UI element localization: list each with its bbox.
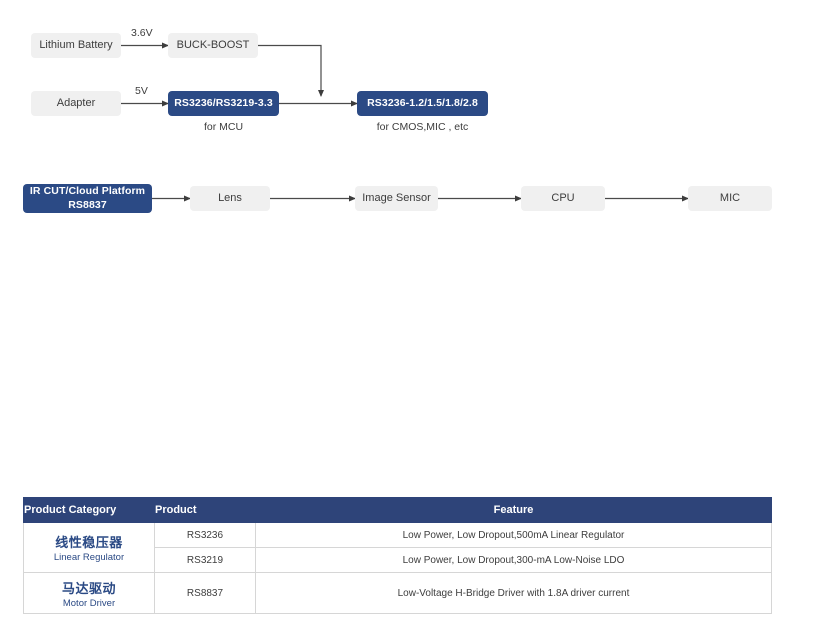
product-table: Product Category Product Feature 线性稳压器 L… [23,497,772,614]
node-rs3236-multi[interactable]: RS3236-1.2/1.5/1.8/2.8 [357,91,488,116]
page-root: Lithium Battery BUCK-BOOST 3.6V Adapter … [0,0,818,631]
node-adapter[interactable]: Adapter [31,91,121,116]
node-ir-cut-cloud-platform[interactable]: IR CUT/Cloud Platform RS8837 [23,184,152,213]
table-body: 线性稳压器 Linear Regulator RS3236 Low Power,… [23,522,772,614]
category-cell-linear-regulator: 线性稳压器 Linear Regulator [23,522,155,573]
table-row: 线性稳压器 Linear Regulator RS3236 Low Power,… [23,522,772,573]
column-header-product: Product [154,497,256,523]
node-label: Adapter [56,96,96,109]
node-buck-boost[interactable]: BUCK-BOOST [168,33,258,58]
category-label-cn: 线性稳压器 [55,535,123,550]
table-header-row: Product Category Product Feature [23,497,772,523]
caption-for-mcu: for MCU [203,121,244,133]
label-adapter-voltage: 5V [135,85,148,97]
feature-cell: Low Power, Low Dropout,500mA Linear Regu… [255,522,772,548]
node-label: BUCK-BOOST [176,38,250,51]
feature-cell: Low Power, Low Dropout,300-mA Low-Noise … [255,547,772,573]
table-header: Product Category Product Feature [23,497,772,523]
category-label-en: Motor Driver [62,597,116,609]
node-label: Lens [218,191,242,204]
node-cpu[interactable]: CPU [521,186,605,211]
node-label: Lithium Battery [39,38,113,51]
label-battery-voltage: 3.6V [131,27,153,39]
node-label: CPU [551,191,575,204]
node-image-sensor[interactable]: Image Sensor [355,186,438,211]
product-cell: RS3236 [154,522,256,548]
node-rs3236-rs3219-33[interactable]: RS3236/RS3219-3.3 [168,91,279,116]
column-header-category: Product Category [23,497,155,523]
product-cell: RS8837 [154,572,256,614]
node-label: IR CUT/Cloud Platform [29,185,146,198]
node-label: RS3236/RS3219-3.3 [174,96,273,109]
node-lens[interactable]: Lens [190,186,270,211]
category-cell-motor-driver: 马达驱动 Motor Driver [23,572,155,614]
diagram-connectors [121,42,689,202]
node-lithium-battery[interactable]: Lithium Battery [31,33,121,58]
category-label-en: Linear Regulator [53,552,125,563]
product-cell: RS3219 [154,547,256,573]
feature-cell: Low-Voltage H-Bridge Driver with 1.8A dr… [255,572,772,614]
block-diagram: Lithium Battery BUCK-BOOST 3.6V Adapter … [0,0,818,480]
node-label-secondary: RS8837 [68,198,107,211]
caption-for-cmos-mic: for CMOS,MIC , etc [376,121,469,133]
column-header-feature: Feature [255,497,772,523]
category-label-cn: 马达驱动 [61,580,116,596]
node-mic[interactable]: MIC [688,186,772,211]
table-row: 马达驱动 Motor Driver RS8837 Low-Voltage H-B… [23,572,772,614]
node-label: MIC [719,191,741,204]
node-label: Image Sensor [362,191,431,204]
node-label: RS3236-1.2/1.5/1.8/2.8 [367,96,478,109]
